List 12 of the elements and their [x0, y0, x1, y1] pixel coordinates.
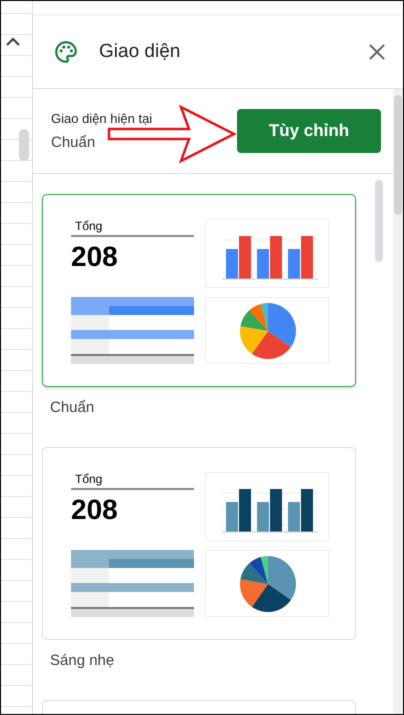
theme-card[interactable]: Tổng 208	[42, 194, 356, 387]
current-theme-name: Chuẩn	[51, 134, 96, 151]
theme-name: Chuẩn	[50, 399, 96, 416]
current-theme-label: Giao diện hiện tại	[51, 111, 154, 126]
scorecard-label: Tổng	[71, 219, 194, 237]
panel-title: Giao diện	[99, 41, 182, 63]
theme-name: Sáng nhẹ	[50, 652, 116, 669]
customize-button[interactable]: Tùy chỉnh	[237, 109, 381, 153]
scorecard-value: 208	[71, 494, 119, 526]
scorecard-label: Tổng	[71, 472, 194, 490]
scorecard-value: 208	[71, 241, 119, 273]
theme-card[interactable]: Tổng 208	[42, 447, 356, 640]
